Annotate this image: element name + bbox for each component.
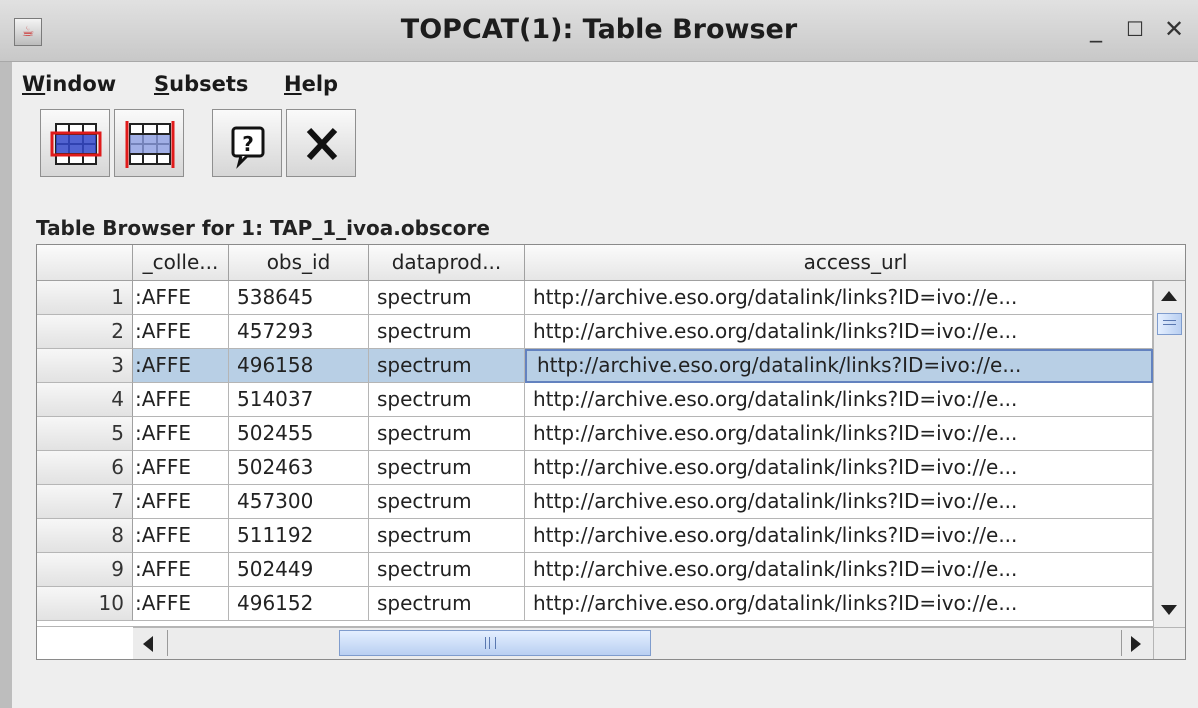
row-index[interactable]: 5 xyxy=(37,417,133,451)
cell-dataproduct[interactable]: spectrum xyxy=(369,417,525,451)
menu-help[interactable]: Help xyxy=(284,68,338,100)
table-row-selected[interactable]: 3 :AFFE 496158 spectrum http://archive.e… xyxy=(37,349,1153,383)
cell-access-url[interactable]: http://archive.eso.org/datalink/links?ID… xyxy=(525,281,1153,315)
table-row[interactable]: 5 :AFFE 502455 spectrum http://archive.e… xyxy=(37,417,1153,451)
cell-dataproduct[interactable]: spectrum xyxy=(369,519,525,553)
horizontal-scroll-thumb[interactable] xyxy=(339,630,651,656)
cell-access-url[interactable]: http://archive.eso.org/datalink/links?ID… xyxy=(525,519,1153,553)
cell-dataproduct[interactable]: spectrum xyxy=(369,451,525,485)
cell-dataproduct[interactable]: spectrum xyxy=(369,485,525,519)
row-index[interactable]: 9 xyxy=(37,553,133,587)
row-index[interactable]: 1 xyxy=(37,281,133,315)
minimize-icon[interactable]: _ xyxy=(1090,14,1102,44)
table-row[interactable]: 2 :AFFE 457293 spectrum http://archive.e… xyxy=(37,315,1153,349)
cell-obs-id[interactable]: 457300 xyxy=(229,485,369,519)
cell-obs-id[interactable]: 502449 xyxy=(229,553,369,587)
cell-collection[interactable]: :AFFE xyxy=(133,315,229,349)
cell-access-url[interactable]: http://archive.eso.org/datalink/links?ID… xyxy=(525,553,1153,587)
row-index[interactable]: 8 xyxy=(37,519,133,553)
table-row[interactable]: 10 :AFFE 496152 spectrum http://archive.… xyxy=(37,587,1153,621)
cell-dataproduct[interactable]: spectrum xyxy=(369,349,525,383)
title-bar[interactable]: ☕ TOPCAT(1): Table Browser _ ☐ ✕ xyxy=(0,0,1198,62)
maximize-icon[interactable]: ☐ xyxy=(1126,14,1144,44)
scroll-left-icon[interactable] xyxy=(143,636,153,652)
data-table[interactable]: _colle... obs_id dataprod... access_url … xyxy=(36,244,1186,660)
table-row[interactable]: 4 :AFFE 514037 spectrum http://archive.e… xyxy=(37,383,1153,417)
table-row[interactable]: 7 :AFFE 457300 spectrum http://archive.e… xyxy=(37,485,1153,519)
row-index[interactable]: 3 xyxy=(37,349,133,383)
cell-obs-id[interactable]: 502463 xyxy=(229,451,369,485)
cell-access-url[interactable]: http://archive.eso.org/datalink/links?ID… xyxy=(525,315,1153,349)
row-header-corner xyxy=(37,245,133,281)
cell-access-url[interactable]: http://archive.eso.org/datalink/links?ID… xyxy=(525,417,1153,451)
column-header-access-url[interactable]: access_url xyxy=(525,245,1185,281)
cell-obs-id[interactable]: 496158 xyxy=(229,349,369,383)
column-header-collection[interactable]: _colle... xyxy=(133,245,229,281)
table-row[interactable]: 1 :AFFE 538645 spectrum http://archive.e… xyxy=(37,281,1153,315)
cell-obs-id[interactable]: 502455 xyxy=(229,417,369,451)
row-index[interactable]: 6 xyxy=(37,451,133,485)
scroll-right-icon[interactable] xyxy=(1131,636,1141,652)
help-icon: ? xyxy=(231,126,265,169)
cell-collection[interactable]: :AFFE xyxy=(133,383,229,417)
cell-collection[interactable]: :AFFE xyxy=(133,553,229,587)
svg-text:?: ? xyxy=(242,132,254,156)
row-index[interactable]: 10 xyxy=(37,587,133,621)
row-index[interactable]: 4 xyxy=(37,383,133,417)
cell-collection[interactable]: :AFFE xyxy=(133,417,229,451)
cell-access-url[interactable]: http://archive.eso.org/datalink/links?ID… xyxy=(525,451,1153,485)
horizontal-scrollbar[interactable] xyxy=(133,627,1153,659)
cell-dataproduct[interactable]: spectrum xyxy=(369,315,525,349)
cell-collection[interactable]: :AFFE xyxy=(133,281,229,315)
cell-dataproduct[interactable]: spectrum xyxy=(369,587,525,621)
cell-collection[interactable]: :AFFE xyxy=(133,519,229,553)
cell-dataproduct[interactable]: spectrum xyxy=(369,553,525,587)
cell-access-url[interactable]: http://archive.eso.org/datalink/links?ID… xyxy=(525,383,1153,417)
help-button[interactable]: ? xyxy=(212,109,282,177)
cell-dataproduct[interactable]: spectrum xyxy=(369,281,525,315)
table-browser-window: Window Subsets Help ? Table Browser for … xyxy=(0,62,1198,708)
cell-collection[interactable]: :AFFE xyxy=(133,349,229,383)
row-index[interactable]: 7 xyxy=(37,485,133,519)
cell-obs-id[interactable]: 496152 xyxy=(229,587,369,621)
cell-obs-id[interactable]: 538645 xyxy=(229,281,369,315)
table-row[interactable]: 6 :AFFE 502463 spectrum http://archive.e… xyxy=(37,451,1153,485)
cell-collection[interactable]: :AFFE xyxy=(133,451,229,485)
vertical-scrollbar[interactable] xyxy=(1153,281,1185,627)
row-index[interactable]: 2 xyxy=(37,315,133,349)
cell-obs-id[interactable]: 457293 xyxy=(229,315,369,349)
cell-obs-id[interactable]: 511192 xyxy=(229,519,369,553)
cell-access-url[interactable]: http://archive.eso.org/datalink/links?ID… xyxy=(525,485,1153,519)
menu-subsets[interactable]: Subsets xyxy=(154,68,248,100)
column-header-obs-id[interactable]: obs_id xyxy=(229,245,369,281)
window-title: TOPCAT(1): Table Browser xyxy=(400,14,798,45)
cell-access-url[interactable]: http://archive.eso.org/datalink/links?ID… xyxy=(525,587,1153,621)
table-browser-label: Table Browser for 1: TAP_1_ivoa.obscore xyxy=(36,216,490,240)
highlight-row-button[interactable] xyxy=(40,109,110,177)
close-window-icon[interactable]: ✕ xyxy=(1164,14,1184,44)
cell-collection[interactable]: :AFFE xyxy=(133,587,229,621)
highlight-column-icon xyxy=(125,121,175,168)
table-row[interactable]: 8 :AFFE 511192 spectrum http://archive.e… xyxy=(37,519,1153,553)
cell-dataproduct[interactable]: spectrum xyxy=(369,383,525,417)
cell-obs-id[interactable]: 514037 xyxy=(229,383,369,417)
cell-access-url-focused[interactable]: http://archive.eso.org/datalink/links?ID… xyxy=(525,349,1153,383)
scroll-corner xyxy=(1153,627,1185,659)
vertical-scroll-thumb[interactable] xyxy=(1157,313,1182,335)
close-browser-button[interactable] xyxy=(286,109,356,177)
scroll-up-icon[interactable] xyxy=(1161,291,1177,301)
close-icon xyxy=(306,127,338,161)
highlight-column-button[interactable] xyxy=(114,109,184,177)
column-header-dataproduct[interactable]: dataprod... xyxy=(369,245,525,281)
highlight-row-icon xyxy=(50,123,102,165)
cell-collection[interactable]: :AFFE xyxy=(133,485,229,519)
scroll-down-icon[interactable] xyxy=(1161,605,1177,615)
table-row[interactable]: 9 :AFFE 502449 spectrum http://archive.e… xyxy=(37,553,1153,587)
menu-window[interactable]: Window xyxy=(22,68,116,100)
